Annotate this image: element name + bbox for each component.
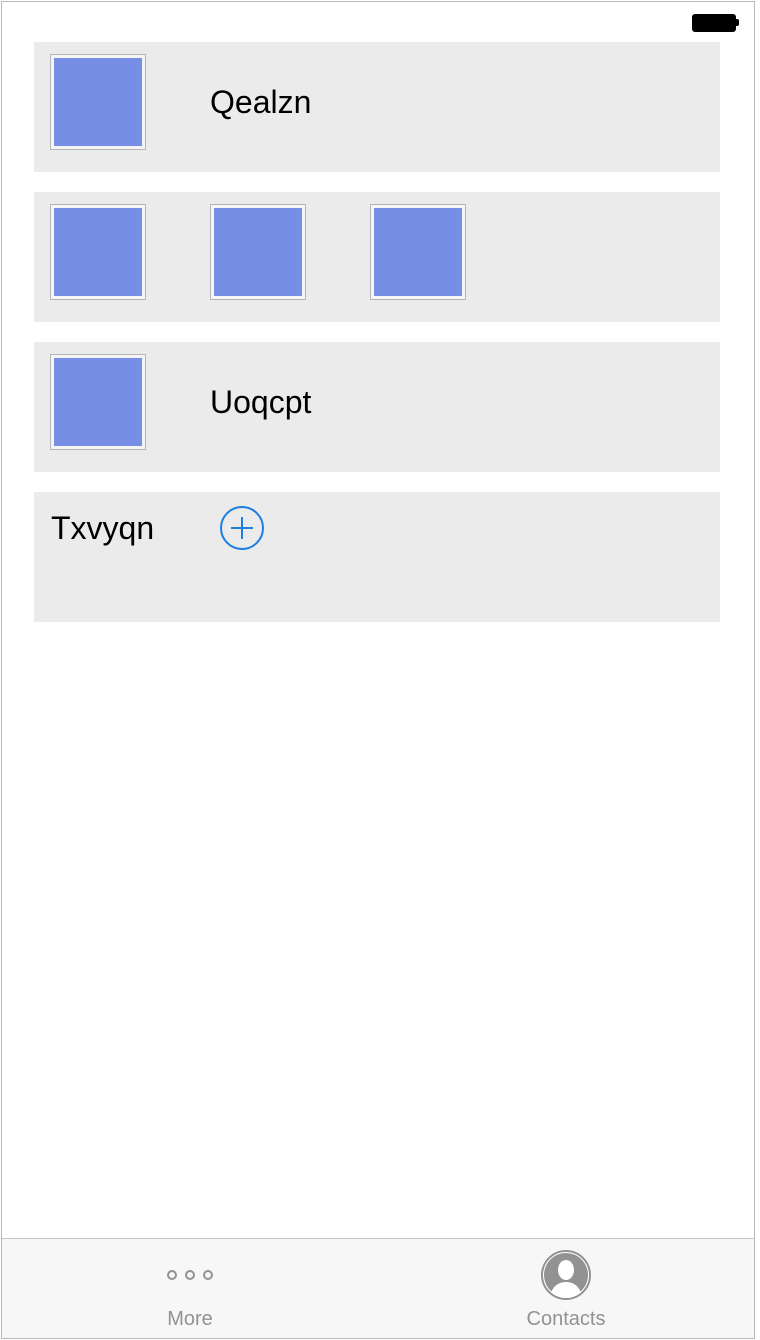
tab-contacts[interactable]: Contacts [378,1239,754,1338]
thumbnail-image[interactable] [210,204,306,300]
status-bar [2,2,754,42]
tab-bar: More Contacts [2,1238,754,1338]
contacts-icon [541,1250,591,1300]
tab-label: Contacts [526,1308,606,1330]
row-title: Qealzn [210,84,312,120]
list-item: Txvyqn [34,492,720,622]
list-item[interactable]: Qealzn [34,42,720,172]
thumbnail-image[interactable] [370,204,466,300]
row-title: Uoqcpt [210,384,312,420]
thumbnail-image[interactable] [50,354,146,450]
thumbnail-image[interactable] [50,204,146,300]
add-button[interactable] [220,506,264,550]
more-icon [167,1270,213,1280]
app-screen: Qealzn Uoqcpt Txvyqn More Contacts [1,1,755,1339]
list-item[interactable] [34,192,720,322]
tab-label: More [167,1308,213,1330]
thumbnail-image[interactable] [50,54,146,150]
list-item[interactable]: Uoqcpt [34,342,720,472]
row-title: Txvyqn [51,510,155,546]
add-circle-icon [220,506,264,550]
battery-full-icon [692,14,739,32]
tab-more[interactable]: More [2,1239,378,1338]
